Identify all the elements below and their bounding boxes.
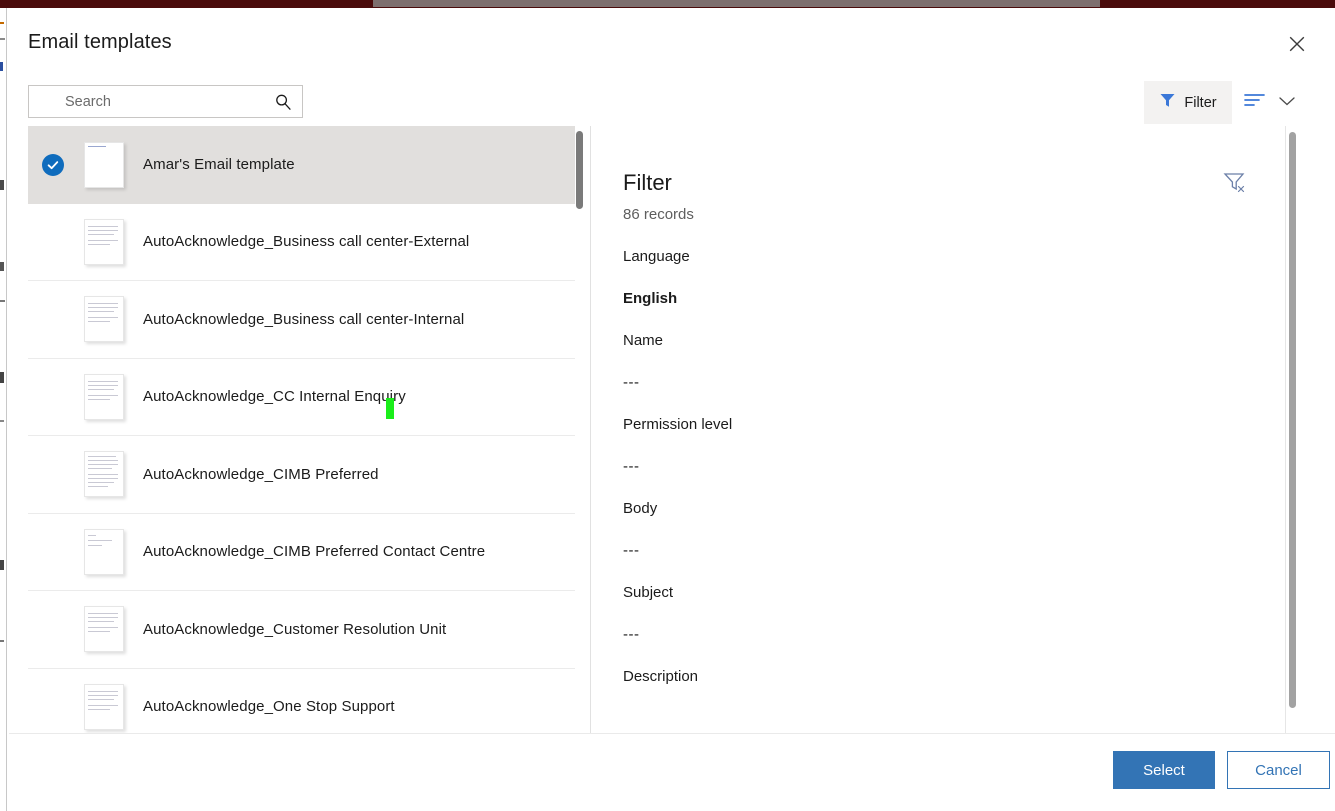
list-item[interactable]: AutoAcknowledge_CIMB Preferred <box>28 436 580 514</box>
dialog-title: Email templates <box>28 31 172 53</box>
filter-field-label: Subject <box>623 584 674 601</box>
list-item[interactable]: AutoAcknowledge_Business call center-Int… <box>28 281 580 359</box>
template-list[interactable]: Amar's Email template AutoAcknowledge_Bus… <box>28 126 580 733</box>
list-item[interactable]: AutoAcknowledge_Business call center-Ext… <box>28 203 580 281</box>
list-item[interactable]: AutoAcknowledge_CC Internal Enquiry <box>28 358 580 436</box>
background-vertical-rule <box>6 8 7 811</box>
filter-button[interactable]: Filter <box>1144 81 1232 124</box>
filter-field-value: English <box>623 290 678 307</box>
document-thumbnail-dense <box>84 451 124 498</box>
filter-field-label: Language <box>623 248 690 265</box>
sort-lines-icon <box>1243 94 1267 113</box>
email-templates-dialog: Email templates Filter <box>9 8 1335 811</box>
selected-check-icon[interactable] <box>28 153 78 176</box>
funnel-icon <box>1159 92 1176 114</box>
window-chrome-segment <box>373 0 1100 7</box>
list-item-label: AutoAcknowledge_CC Internal Enquiry <box>143 388 406 406</box>
pane-divider <box>590 126 591 733</box>
template-thumbnail <box>78 218 130 265</box>
cancel-button[interactable]: Cancel <box>1227 751 1330 789</box>
document-thumbnail-lines <box>84 683 124 730</box>
list-item-label: AutoAcknowledge_CIMB Preferred Contact C… <box>143 543 486 561</box>
document-thumbnail-lines <box>84 296 124 343</box>
filter-field-value: --- <box>623 626 640 643</box>
template-thumbnail <box>78 451 130 498</box>
text-cursor-marker <box>386 398 394 419</box>
template-thumbnail <box>78 373 130 420</box>
template-thumbnail <box>78 528 130 575</box>
filter-field-value: --- <box>623 374 640 391</box>
filter-field-label: Body <box>623 500 658 517</box>
list-item-label: Amar's Email template <box>143 156 295 174</box>
close-button[interactable] <box>1281 28 1313 60</box>
filter-field-label: Description <box>623 668 699 685</box>
record-count-label: 86 records <box>623 206 694 223</box>
document-thumbnail-blank <box>84 141 124 188</box>
list-item-label: AutoAcknowledge_CIMB Preferred <box>143 465 379 483</box>
chevron-down-button[interactable] <box>1275 92 1299 114</box>
template-thumbnail <box>78 606 130 653</box>
filter-field-label: Name <box>623 332 664 349</box>
document-thumbnail-sparse <box>84 528 124 575</box>
check-circle-icon <box>42 153 64 176</box>
list-item[interactable]: AutoAcknowledge_Customer Resolution Unit <box>28 591 580 669</box>
list-item-label: AutoAcknowledge_Customer Resolution Unit <box>143 620 447 638</box>
document-thumbnail-lines <box>84 373 124 420</box>
select-button[interactable]: Select <box>1113 751 1215 789</box>
filter-field-value: --- <box>623 542 640 559</box>
template-thumbnail <box>78 683 130 730</box>
list-item-label: AutoAcknowledge_One Stop Support <box>143 698 395 716</box>
detail-scrollbar-track[interactable] <box>1285 126 1286 733</box>
detail-panel-title: Filter <box>623 170 672 195</box>
list-scrollbar-track[interactable] <box>575 126 584 733</box>
filter-button-label: Filter <box>1184 94 1217 111</box>
search-input[interactable] <box>29 86 302 117</box>
detail-scrollbar-thumb[interactable] <box>1289 132 1296 708</box>
template-thumbnail <box>78 296 130 343</box>
filter-detail-panel: Filter 86 records Language English Name ---… <box>609 126 1289 733</box>
close-icon <box>1289 36 1305 52</box>
filter-field-value: --- <box>623 458 640 475</box>
dialog-footer: Select Cancel <box>9 733 1335 811</box>
template-thumbnail <box>78 141 130 188</box>
window-chrome-bar <box>0 0 1335 8</box>
list-item[interactable]: AutoAcknowledge_One Stop Support <box>28 668 580 733</box>
document-thumbnail-lines <box>84 218 124 265</box>
chevron-down-icon <box>1278 94 1296 112</box>
list-scrollbar-thumb[interactable] <box>576 131 583 209</box>
sort-button[interactable] <box>1243 91 1267 113</box>
clear-filter-icon[interactable] <box>1222 170 1248 196</box>
list-item[interactable]: AutoAcknowledge_CIMB Preferred Contact C… <box>28 513 580 591</box>
search-box[interactable] <box>28 85 303 118</box>
document-thumbnail-lines <box>84 606 124 653</box>
filter-field-list: Language English Name --- Permission level --… <box>623 248 1223 710</box>
background-page-strip <box>0 0 9 811</box>
list-item-label: AutoAcknowledge_Business call center-Int… <box>143 310 465 328</box>
dialog-body: Amar's Email template AutoAcknowledge_Bus… <box>9 126 1335 733</box>
filter-field-label: Permission level <box>623 416 733 433</box>
list-item-label: AutoAcknowledge_Business call center-Ext… <box>143 233 470 251</box>
list-item[interactable]: Amar's Email template <box>28 126 580 204</box>
